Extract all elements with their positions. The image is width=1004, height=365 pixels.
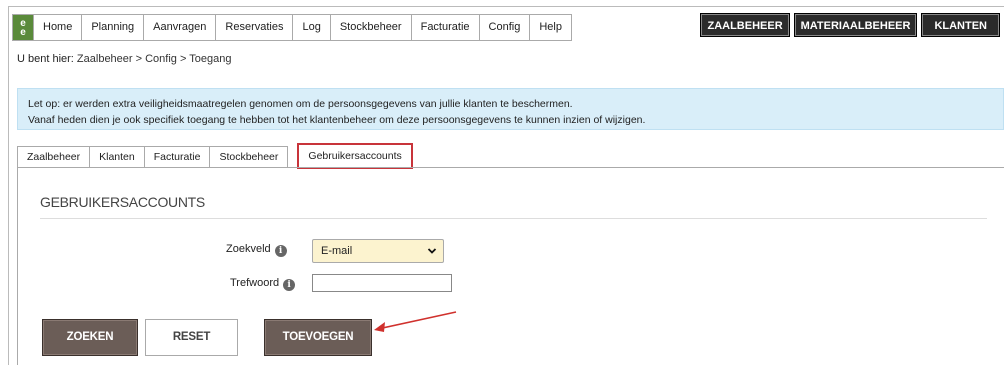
zoekveld-label-text: Zoekveld [226, 243, 271, 255]
zaalbeheer-module-button[interactable]: ZAALBEHEER [700, 13, 790, 37]
nav-reservaties[interactable]: Reservaties [216, 15, 294, 40]
tab-klanten[interactable]: Klanten [89, 146, 144, 168]
toevoegen-button[interactable]: TOEVOEGEN [264, 319, 372, 356]
nav-log[interactable]: Log [293, 15, 331, 40]
tab-facturatie[interactable]: Facturatie [143, 146, 210, 168]
materiaalbeheer-module-button[interactable]: MATERIAALBEHEER [793, 13, 918, 37]
nav-planning[interactable]: Planning [82, 15, 145, 40]
trefwoord-label: Trefwoord i [230, 277, 296, 291]
breadcrumb-prefix: U bent hier: [17, 53, 77, 65]
tab-gebruikersaccounts[interactable]: Gebruikersaccounts [297, 143, 413, 169]
info-icon[interactable]: i [283, 279, 296, 291]
tab-stockbeheer[interactable]: Stockbeheer [209, 146, 289, 168]
notice-line-2: Vanaf heden dien je ook specifiek toegan… [28, 114, 646, 126]
nav-aanvragen[interactable]: Aanvragen [144, 15, 217, 40]
reset-button[interactable]: RESET [145, 319, 238, 356]
zoekveld-label: Zoekveld i [226, 243, 287, 257]
module-switcher: ZAALBEHEER MATERIAALBEHEER KLANTEN [700, 13, 1000, 37]
info-icon[interactable]: i [274, 245, 287, 257]
nav-help[interactable]: Help [530, 15, 571, 40]
section-divider [40, 218, 987, 219]
tab-divider [17, 167, 1004, 168]
settings-tabs: Zaalbeheer Klanten Facturatie Stockbehee… [17, 143, 413, 169]
trefwoord-input[interactable] [312, 274, 452, 292]
notice-line-1: Let op: er werden extra veiligheidsmaatr… [28, 98, 573, 110]
app-logo[interactable]: e e [13, 15, 34, 40]
trefwoord-label-text: Trefwoord [230, 277, 280, 289]
logo-letter-bottom: e [20, 26, 26, 38]
breadcrumb-path[interactable]: Zaalbeheer > Config > Toegang [77, 53, 232, 65]
nav-stockbeheer[interactable]: Stockbeheer [331, 15, 412, 40]
zoeken-button[interactable]: ZOEKEN [42, 319, 138, 356]
main-nav: e e Home Planning Aanvragen Reservaties … [12, 14, 572, 41]
klanten-module-button[interactable]: KLANTEN [921, 13, 1000, 37]
zoekveld-selected-value: E-mail [321, 245, 353, 257]
privacy-notice: Let op: er werden extra veiligheidsmaatr… [17, 88, 1004, 130]
nav-config[interactable]: Config [480, 15, 531, 40]
nav-home[interactable]: Home [34, 15, 83, 40]
section-title: GEBRUIKERSACCOUNTS [40, 194, 205, 210]
breadcrumb: U bent hier: Zaalbeheer > Config > Toega… [17, 53, 231, 65]
nav-facturatie[interactable]: Facturatie [412, 15, 480, 40]
tab-zaalbeheer[interactable]: Zaalbeheer [17, 146, 90, 168]
zoekveld-select[interactable]: E-mail [312, 239, 444, 263]
chevron-down-icon [427, 248, 437, 254]
content-border [17, 168, 18, 365]
